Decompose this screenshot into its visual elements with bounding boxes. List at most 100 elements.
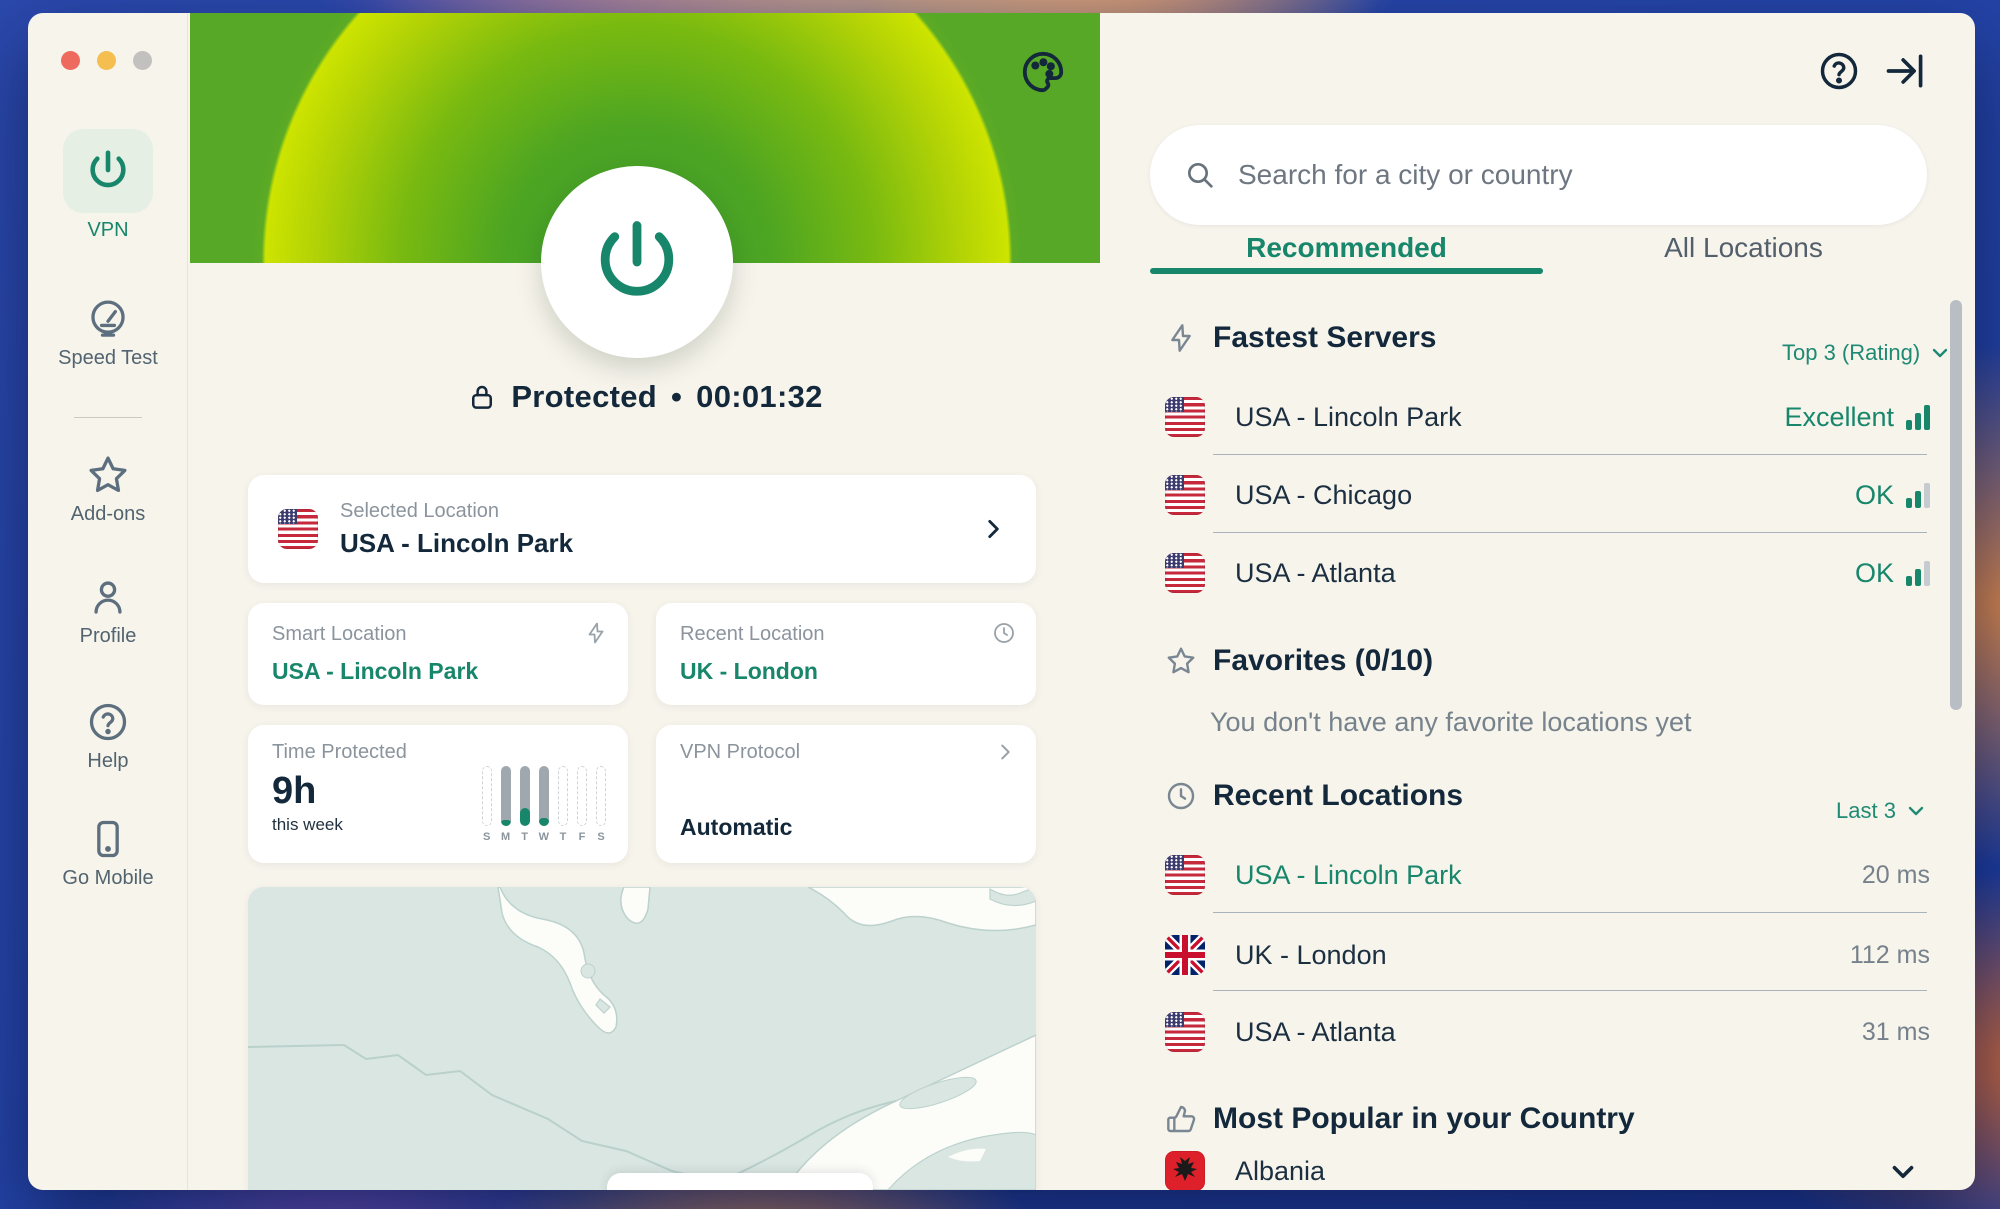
chevron-right-icon (994, 741, 1016, 763)
server-name: USA - Chicago (1235, 480, 1412, 511)
server-row[interactable]: USA - Chicago OK (1165, 467, 1930, 523)
day-label: S (597, 831, 604, 843)
favorites-empty-message: You don't have any favorite locations ye… (1210, 707, 1691, 738)
sidebar-item-label: Add-ons (28, 503, 188, 526)
server-name: USA - Atlanta (1235, 1017, 1396, 1048)
disconnect-power-button[interactable] (541, 166, 733, 358)
signal-bars-icon (1906, 482, 1930, 508)
recent-location-row[interactable]: UK - London 112 ms (1165, 927, 1930, 983)
sidebar-item-add-ons[interactable]: Add-ons (28, 453, 188, 526)
favorites-header: Favorites (0/10) (1165, 644, 1433, 678)
theme-palette-icon[interactable] (1020, 49, 1066, 95)
app-window: VPN Speed Test Add-ons Profile Help Go M… (28, 13, 1975, 1190)
usage-bar (482, 766, 492, 826)
chevron-right-icon (980, 516, 1006, 542)
us-flag-icon (1165, 397, 1205, 437)
lock-icon (467, 382, 497, 412)
recent-location-row[interactable]: USA - Lincoln Park 20 ms (1165, 847, 1930, 903)
map-graphic (248, 887, 1036, 1190)
row-divider (1213, 532, 1927, 533)
smart-location-card[interactable]: Smart Location USA - Lincoln Park (248, 603, 628, 705)
clock-icon (992, 621, 1016, 645)
time-protected-card[interactable]: Time Protected 9h this week S M T W T F … (248, 725, 628, 863)
scrollbar-thumb[interactable] (1950, 300, 1962, 710)
search-input[interactable] (1238, 159, 1893, 191)
phone-icon (86, 817, 130, 861)
sidebar-item-label: Help (28, 750, 188, 773)
sidebar-item-label: Go Mobile (28, 867, 188, 890)
server-rating: OK (1855, 558, 1894, 589)
usage-bar (596, 766, 606, 826)
row-divider (1213, 454, 1927, 455)
sidebar-item-label: VPN (28, 219, 188, 242)
usage-bar (520, 766, 530, 826)
usage-bar (577, 766, 587, 826)
server-row[interactable]: USA - Atlanta OK (1165, 545, 1930, 601)
filter-label: Top 3 (Rating) (1782, 340, 1920, 366)
recent-location-row[interactable]: USA - Atlanta 31 ms (1165, 1004, 1930, 1060)
sidebar-item-go-mobile[interactable]: Go Mobile (28, 817, 188, 890)
recent-location-card[interactable]: Recent Location UK - London (656, 603, 1036, 705)
status-dot: • (671, 379, 682, 415)
us-flag-icon (278, 509, 318, 549)
sidebar: VPN Speed Test Add-ons Profile Help Go M… (28, 13, 188, 1190)
server-row[interactable]: USA - Lincoln Park Excellent (1165, 389, 1930, 445)
day-label: T (521, 831, 528, 843)
selected-location-texts: Selected Location USA - Lincoln Park (340, 500, 573, 559)
day-label: W (539, 831, 549, 843)
row-divider (1213, 990, 1927, 991)
active-tab-indicator (1150, 268, 1543, 274)
tab-label: All Locations (1664, 232, 1823, 264)
help-circle-icon[interactable] (1817, 49, 1861, 93)
fastest-filter-dropdown[interactable]: Top 3 (Rating) (1782, 340, 1952, 366)
sign-in-icon[interactable] (1883, 49, 1927, 93)
search-bar[interactable] (1150, 125, 1927, 225)
most-popular-header: Most Popular in your Country (1165, 1102, 1635, 1136)
vpn-active-tile (63, 129, 153, 213)
server-rating: OK (1855, 480, 1894, 511)
section-title: Recent Locations (1213, 779, 1463, 813)
tab-label: Recommended (1246, 232, 1447, 264)
sidebar-item-profile[interactable]: Profile (28, 575, 188, 648)
chevron-down-icon (1928, 341, 1952, 365)
vpn-protocol-label: VPN Protocol (680, 741, 1012, 764)
albania-flag-icon (1165, 1151, 1205, 1190)
power-icon (85, 148, 131, 194)
country-row[interactable]: Albania (1165, 1143, 1930, 1190)
us-flag-icon (1165, 1012, 1205, 1052)
section-title: Most Popular in your Country (1213, 1102, 1635, 1136)
map-info-card[interactable] (607, 1173, 873, 1190)
uk-flag-icon (1165, 935, 1205, 975)
recent-location-value: UK - London (680, 658, 1012, 685)
scroll-more-chevron-icon[interactable] (1886, 1155, 1920, 1189)
location-map[interactable] (248, 887, 1036, 1190)
vpn-protocol-card[interactable]: VPN Protocol Automatic (656, 725, 1036, 863)
connection-status: Protected • 00:01:32 (190, 379, 1100, 415)
tab-all-locations[interactable]: All Locations (1543, 225, 1944, 271)
usage-bar (558, 766, 568, 826)
speedometer-icon (86, 297, 130, 341)
sidebar-divider (74, 417, 142, 418)
recent-filter-dropdown[interactable]: Last 3 (1836, 798, 1928, 824)
chevron-down-icon (1904, 799, 1928, 823)
sidebar-item-help[interactable]: Help (28, 700, 188, 773)
sidebar-item-speed-test[interactable]: Speed Test (28, 297, 188, 370)
day-label: M (501, 831, 510, 843)
signal-bars-icon (1906, 560, 1930, 586)
day-label: F (579, 831, 586, 843)
usage-bar (501, 766, 511, 826)
vpn-protocol-value: Automatic (680, 814, 792, 841)
smart-location-value: USA - Lincoln Park (272, 658, 604, 685)
country-name: Albania (1235, 1156, 1325, 1187)
server-name: USA - Atlanta (1235, 558, 1396, 589)
clock-icon (1165, 780, 1197, 812)
tab-recommended[interactable]: Recommended (1150, 225, 1543, 271)
selected-location-card[interactable]: Selected Location USA - Lincoln Park (248, 475, 1036, 583)
lightning-icon (584, 621, 608, 645)
signal-bars-icon (1906, 404, 1930, 430)
sidebar-item-vpn[interactable]: VPN (28, 129, 188, 242)
thumbs-up-icon (1165, 1103, 1197, 1135)
us-flag-icon (1165, 855, 1205, 895)
recent-locations-header: Recent Locations (1165, 779, 1463, 813)
session-timer: 00:01:32 (696, 379, 823, 415)
